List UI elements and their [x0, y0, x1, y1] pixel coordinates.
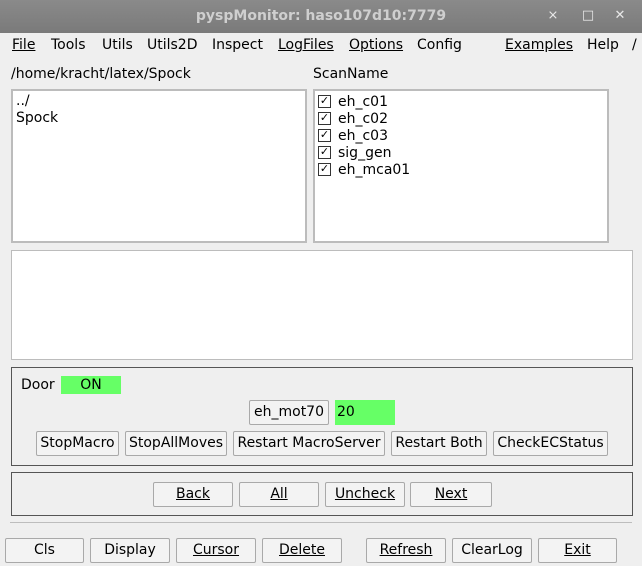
cursor-button[interactable]: Cursor: [176, 538, 256, 563]
uncheck-button[interactable]: Uncheck: [325, 482, 405, 507]
display-button[interactable]: Display: [90, 538, 170, 563]
checkbox-checked-icon[interactable]: ✓: [318, 163, 331, 176]
motor-position-value: 20: [335, 400, 395, 425]
list-item[interactable]: ✓ sig_gen: [315, 144, 607, 161]
refresh-button[interactable]: Refresh: [366, 538, 446, 563]
menu-slash[interactable]: /: [632, 37, 637, 53]
stop-macro-button[interactable]: StopMacro: [36, 431, 119, 456]
menu-utils2d[interactable]: Utils2D: [147, 37, 198, 53]
checkbox-checked-icon[interactable]: ✓: [318, 146, 331, 159]
restart-both-button[interactable]: Restart Both: [391, 431, 487, 456]
menu-inspect[interactable]: Inspect: [212, 37, 263, 53]
restart-macroserver-button[interactable]: Restart MacroServer: [233, 431, 385, 456]
title-bar: pyspMonitor: haso107d10:7779 ⨯ □ ✕: [0, 0, 642, 33]
cls-button[interactable]: Cls: [5, 538, 84, 563]
checkbox-checked-icon[interactable]: ✓: [318, 112, 331, 125]
menu-bar: File Tools Utils Utils2D Inspect LogFile…: [0, 33, 642, 57]
scan-name: eh_c03: [338, 127, 388, 144]
list-item[interactable]: ../: [13, 93, 305, 110]
menu-help[interactable]: Help: [587, 37, 619, 53]
back-button[interactable]: Back: [153, 482, 233, 507]
menu-file[interactable]: File: [12, 37, 35, 53]
menu-config[interactable]: Config: [417, 37, 462, 53]
scan-name: sig_gen: [338, 144, 392, 161]
directory-list[interactable]: ../ Spock: [11, 89, 307, 243]
list-item[interactable]: ✓ eh_c02: [315, 110, 607, 127]
list-item[interactable]: ✓ eh_c01: [315, 93, 607, 110]
log-text-area[interactable]: [11, 250, 633, 360]
menu-utils[interactable]: Utils: [102, 37, 133, 53]
menu-examples[interactable]: Examples: [505, 37, 573, 53]
close-icon[interactable]: ✕: [612, 8, 628, 23]
next-button[interactable]: Next: [410, 482, 492, 507]
menu-logfiles[interactable]: LogFiles: [278, 37, 334, 53]
checkbox-checked-icon[interactable]: ✓: [318, 129, 331, 142]
list-item[interactable]: ✓ eh_c03: [315, 127, 607, 144]
door-status-badge: ON: [61, 376, 121, 394]
list-item[interactable]: ✓ eh_mca01: [315, 161, 607, 178]
checkbox-checked-icon[interactable]: ✓: [318, 95, 331, 108]
maximize-icon[interactable]: □: [580, 8, 596, 23]
door-label: Door: [21, 377, 55, 393]
all-button[interactable]: All: [239, 482, 319, 507]
stop-all-moves-button[interactable]: StopAllMoves: [125, 431, 227, 456]
directory-path-label: /home/kracht/latex/Spock: [11, 66, 191, 82]
exit-button[interactable]: Exit: [538, 538, 617, 563]
scan-name: eh_c02: [338, 110, 388, 127]
minimize-icon[interactable]: ⨯: [545, 8, 561, 23]
delete-button[interactable]: Delete: [262, 538, 342, 563]
scan-name-header: ScanName: [313, 66, 389, 82]
scan-list[interactable]: ✓ eh_c01 ✓ eh_c02 ✓ eh_c03 ✓ sig_gen ✓ e…: [313, 89, 609, 243]
clearlog-button[interactable]: ClearLog: [452, 538, 532, 563]
menu-tools[interactable]: Tools: [51, 37, 86, 53]
motor-button[interactable]: eh_mot70: [249, 400, 329, 425]
check-ec-status-button[interactable]: CheckECStatus: [493, 431, 608, 456]
scan-name: eh_c01: [338, 93, 388, 110]
list-item[interactable]: Spock: [13, 110, 305, 127]
separator: [10, 522, 632, 523]
scan-name: eh_mca01: [338, 161, 411, 178]
navigation-frame: [11, 472, 633, 516]
menu-options[interactable]: Options: [349, 37, 403, 53]
